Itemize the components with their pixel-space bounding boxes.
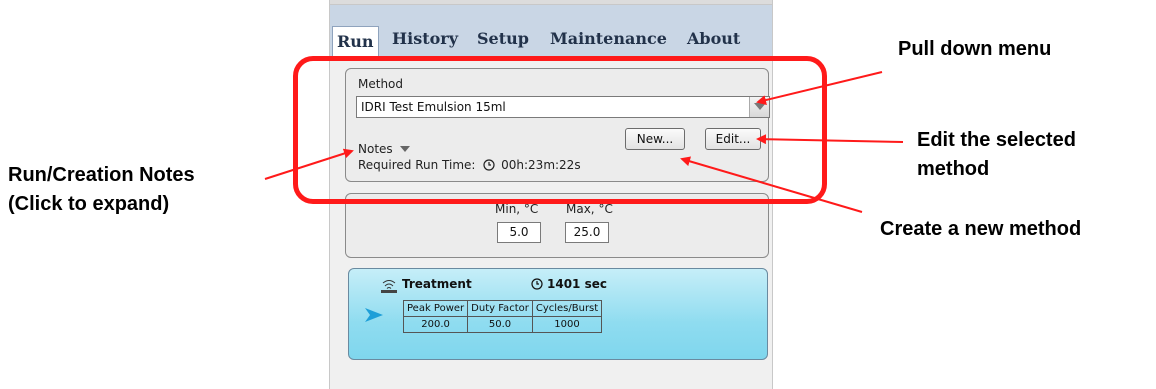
notes-callout-line2: (Click to expand) <box>8 193 170 215</box>
edit-method-callout-line1: Edit the selected <box>917 129 1076 151</box>
edit-method-callout-line2: method <box>917 158 990 180</box>
create-method-callout: Create a new method <box>880 218 1082 240</box>
notes-callout-line1: Run/Creation Notes <box>8 164 195 186</box>
pull-down-menu-callout: Pull down menu <box>898 38 1052 60</box>
